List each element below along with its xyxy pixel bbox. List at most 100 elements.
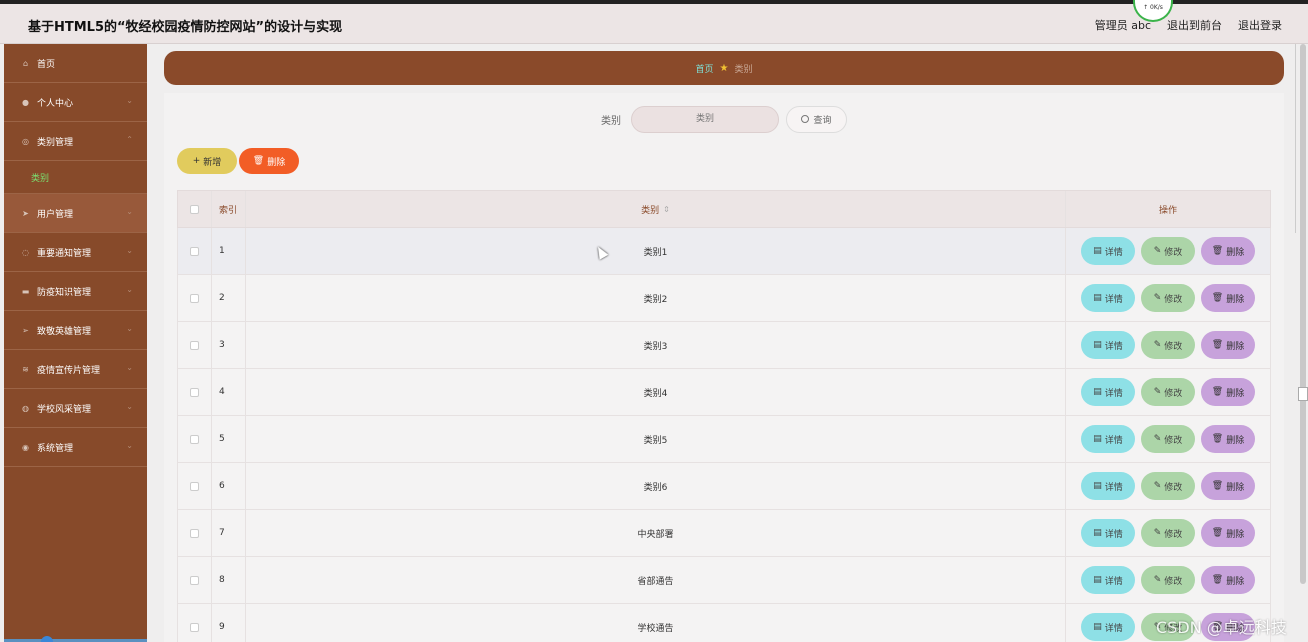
edit-button-label: 修改 [1164, 576, 1183, 587]
delete-button[interactable]: 🗑 删除 [1201, 425, 1255, 453]
sidebar-item-label: 防疫知识管理 [37, 287, 92, 298]
delete-button[interactable]: 🗑 删除 [1201, 331, 1255, 359]
logout-link[interactable]: 退出登录 [1238, 17, 1282, 33]
edit-button[interactable]: ✎ 修改 [1141, 425, 1195, 453]
sidebar-item-knowledge-management[interactable]: ▬ 防疫知识管理 ⌄ [4, 272, 147, 311]
edge-toggle[interactable] [1298, 387, 1308, 401]
delete-button[interactable]: 🗑 删除 [1201, 237, 1255, 265]
row-checkbox[interactable] [190, 481, 199, 491]
table-row: 5 类别5 ▤ 详情 ✎ 修改 🗑 删除 [177, 416, 1271, 463]
detail-button[interactable]: ▤ 详情 [1081, 331, 1135, 359]
row-checkbox[interactable] [190, 293, 199, 303]
delete-button[interactable]: 🗑 删除 [1201, 284, 1255, 312]
sidebar-item-hero-management[interactable]: ➢ 致敬英雄管理 ⌄ [4, 311, 147, 350]
sort-icon[interactable]: ⇕ [663, 205, 670, 214]
detail-button[interactable]: ▤ 详情 [1081, 284, 1135, 312]
sidebar: ⌂ 首页 ● 个人中心 ⌄ ◎ 类别管理 ⌃ 类别 ➤ 用户管理 ⌄ ◌ 重要通… [4, 44, 147, 642]
sidebar-bottom-handle [41, 636, 53, 642]
chevron-down-icon: ⌄ [126, 96, 133, 105]
batch-delete-button[interactable]: 🗑 删除 [239, 148, 299, 174]
row-checkbox[interactable] [190, 340, 199, 350]
row-index: 2 [212, 275, 246, 321]
header-operation: 操作 [1158, 205, 1177, 216]
row-category: 类别2 [246, 275, 1066, 321]
delete-button[interactable]: 🗑 删除 [1201, 378, 1255, 406]
row-checkbox[interactable] [190, 434, 199, 444]
chevron-down-icon: ⌄ [126, 402, 133, 411]
delete-button-label: 删除 [1226, 247, 1245, 258]
breadcrumb-current: 类别 [734, 64, 753, 75]
page-scrollbar[interactable] [1300, 44, 1306, 584]
delete-button-label: 删除 [1226, 294, 1245, 305]
row-check-cell [178, 275, 212, 321]
row-check-cell [178, 557, 212, 603]
row-index: 7 [212, 510, 246, 556]
delete-button[interactable]: 🗑 删除 [1201, 519, 1255, 547]
edit-button[interactable]: ✎ 修改 [1141, 566, 1195, 594]
sidebar-item-user-management[interactable]: ➤ 用户管理 ⌄ [4, 194, 147, 233]
trash-icon: 🗑 [1211, 387, 1224, 397]
edit-button[interactable]: ✎ 修改 [1141, 519, 1195, 547]
header-user-area: 管理员 abc 退出到前台 退出登录 [1095, 17, 1282, 33]
sidebar-subitem-category[interactable]: 类别 [4, 161, 147, 194]
row-checkbox[interactable] [190, 575, 199, 585]
row-index: 8 [212, 557, 246, 603]
detail-button[interactable]: ▤ 详情 [1081, 237, 1135, 265]
detail-button-label: 详情 [1104, 341, 1123, 352]
delete-button-label: 删除 [1226, 388, 1245, 399]
detail-button[interactable]: ▤ 详情 [1081, 425, 1135, 453]
row-check-cell [178, 604, 212, 642]
row-checkbox[interactable] [190, 387, 199, 397]
document-icon: ▤ [1093, 622, 1102, 632]
detail-button[interactable]: ▤ 详情 [1081, 378, 1135, 406]
row-checkbox[interactable] [190, 622, 199, 632]
edit-button[interactable]: ✎ 修改 [1141, 472, 1195, 500]
row-index: 6 [212, 463, 246, 509]
detail-button-label: 详情 [1104, 388, 1123, 399]
search-label: 类别 [601, 115, 621, 127]
detail-button[interactable]: ▤ 详情 [1081, 566, 1135, 594]
detail-button[interactable]: ▤ 详情 [1081, 472, 1135, 500]
sidebar-item-school-management[interactable]: ◍ 学校风采管理 ⌄ [4, 389, 147, 428]
document-icon: ▤ [1093, 246, 1102, 256]
action-buttons: + 新增 🗑 删除 [177, 148, 299, 174]
row-checkbox[interactable] [190, 528, 199, 538]
header-category[interactable]: 类别 ⇕ [246, 191, 1066, 227]
query-button[interactable]: 查询 [786, 105, 847, 133]
table-row: 4 类别4 ▤ 详情 ✎ 修改 🗑 删除 [177, 369, 1271, 416]
sidebar-item-video-management[interactable]: ≋ 疫情宣传片管理 ⌄ [4, 350, 147, 389]
edit-button-label: 修改 [1164, 294, 1183, 305]
row-index: 1 [212, 228, 246, 274]
row-category: 省部通告 [246, 557, 1066, 603]
row-operations: ▤ 详情 ✎ 修改 🗑 删除 [1066, 416, 1270, 462]
edit-button[interactable]: ✎ 修改 [1141, 378, 1195, 406]
sidebar-item-profile[interactable]: ● 个人中心 ⌄ [4, 83, 147, 122]
add-button[interactable]: + 新增 [177, 148, 237, 174]
breadcrumb-home[interactable]: 首页 [696, 62, 714, 75]
select-all-checkbox[interactable] [190, 204, 199, 214]
document-icon: ▤ [1093, 528, 1102, 538]
edit-button[interactable]: ✎ 修改 [1141, 331, 1195, 359]
category-search-input[interactable] [631, 105, 779, 133]
edit-button[interactable]: ✎ 修改 [1141, 284, 1195, 312]
pencil-icon: ✎ [1153, 434, 1162, 444]
delete-button[interactable]: 🗑 删除 [1201, 566, 1255, 594]
sidebar-item-system-management[interactable]: ◉ 系统管理 ⌄ [4, 428, 147, 467]
edit-button-label: 修改 [1164, 435, 1183, 446]
edit-button-label: 修改 [1164, 482, 1183, 493]
edit-button[interactable]: ✎ 修改 [1141, 237, 1195, 265]
sidebar-item-notice-management[interactable]: ◌ 重要通知管理 ⌄ [4, 233, 147, 272]
row-checkbox[interactable] [190, 246, 199, 256]
row-category: 类别3 [246, 322, 1066, 368]
back-to-front-link[interactable]: 退出到前台 [1167, 17, 1222, 33]
edit-button-label: 修改 [1164, 341, 1183, 352]
sidebar-item-home[interactable]: ⌂ 首页 [4, 44, 147, 83]
edit-button-label: 修改 [1164, 388, 1183, 399]
detail-button-label: 详情 [1104, 294, 1123, 305]
detail-button-label: 详情 [1104, 435, 1123, 446]
delete-button[interactable]: 🗑 删除 [1201, 472, 1255, 500]
detail-button[interactable]: ▤ 详情 [1081, 519, 1135, 547]
trash-icon: 🗑 [1211, 340, 1224, 350]
sidebar-item-category-management[interactable]: ◎ 类别管理 ⌃ [4, 122, 147, 161]
detail-button[interactable]: ▤ 详情 [1081, 613, 1135, 641]
